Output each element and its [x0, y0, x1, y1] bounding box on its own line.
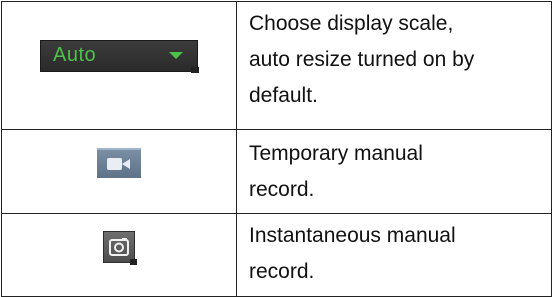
- feature-description-table: Auto Choose display scale, auto resize t…: [1, 1, 552, 297]
- description-line: record.: [249, 178, 315, 201]
- description-line: record.: [249, 260, 315, 283]
- temporary-record-button[interactable]: [97, 148, 141, 179]
- description-cell: Instantaneous manual record.: [236, 213, 552, 297]
- display-scale-dropdown[interactable]: Auto: [40, 40, 199, 74]
- table-row: Auto Choose display scale, auto resize t…: [1, 1, 552, 130]
- table-row: Instantaneous manual record.: [1, 213, 552, 297]
- table-row: Temporary manual record.: [1, 129, 552, 214]
- description-cell: Temporary manual record.: [236, 129, 552, 214]
- description-line: Choose display scale,: [249, 12, 454, 35]
- description-line: default.: [249, 84, 318, 107]
- snapshot-record-button[interactable]: [103, 230, 137, 265]
- description-line: Temporary manual: [249, 142, 423, 165]
- icon-cell: [1, 129, 237, 214]
- description-cell: Choose display scale, auto resize turned…: [236, 1, 552, 130]
- snapshot-icon: [109, 237, 129, 256]
- video-camera-icon: [107, 158, 130, 171]
- icon-cell: Auto: [1, 1, 237, 130]
- chevron-down-icon: [169, 52, 183, 60]
- description-line: auto resize turned on by: [249, 48, 475, 71]
- description-line: Instantaneous manual: [249, 224, 456, 247]
- resize-corner: [191, 67, 199, 74]
- dropdown-selected-value: Auto: [53, 44, 97, 67]
- resize-corner: [130, 258, 137, 265]
- icon-cell: [1, 213, 237, 297]
